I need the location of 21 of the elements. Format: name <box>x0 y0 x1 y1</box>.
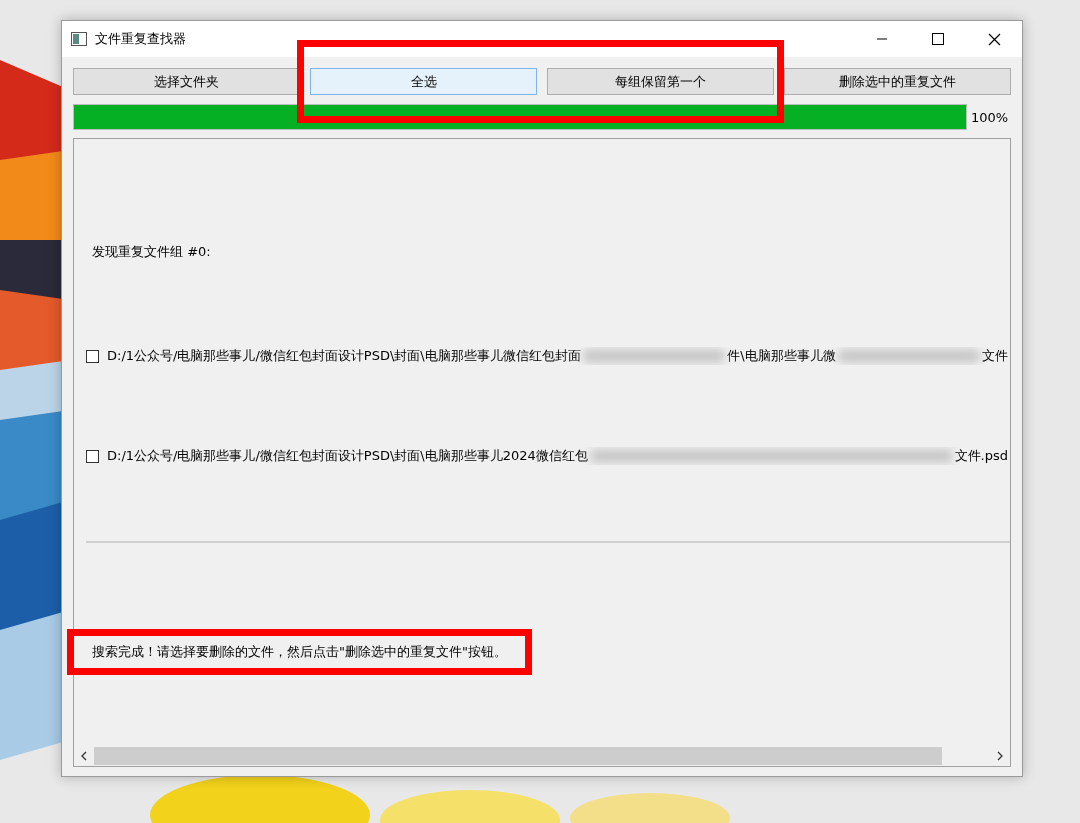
group-label: 发现重复文件组 #0: <box>92 243 212 261</box>
checkbox[interactable] <box>86 349 99 363</box>
file-path: D:/1公众号/电脑那些事儿/微信红包封面设计PSD\封面\电脑那些事儿微信红包封面 <box>107 347 581 365</box>
window-title: 文件重复查找器 <box>95 30 186 48</box>
toolbar-button[interactable]: 删除选中的重复文件 <box>784 68 1011 95</box>
file-path: 文件 <box>982 347 1008 365</box>
file-path: 文件.psd <box>954 447 1008 465</box>
file-path: D:/1公众号/电脑那些事儿/微信红包封面设计PSD\封面\电脑那些事儿2024微信红包 <box>107 447 588 465</box>
scroll-right-icon[interactable] <box>996 751 1004 761</box>
file-path: 件\电脑那些事儿微 <box>727 347 836 365</box>
close-icon <box>987 32 1001 46</box>
progress-reading: 100% <box>971 109 1010 125</box>
toolbar-button[interactable]: 每组保留第一个 <box>547 68 774 95</box>
checkbox[interactable] <box>86 449 99 463</box>
toolbar-button[interactable]: 选择文件夹 <box>73 68 300 95</box>
app-icon <box>71 32 87 46</box>
scrollbar-thumb[interactable] <box>94 747 942 765</box>
status-message: 搜索完成！请选择要删除的文件，然后点击"删除选中的重复文件"按钮。 <box>92 643 507 661</box>
maximize-icon <box>932 33 944 45</box>
scroll-left-icon[interactable] <box>80 751 88 761</box>
toolbar-button[interactable]: 全选 <box>310 68 537 95</box>
